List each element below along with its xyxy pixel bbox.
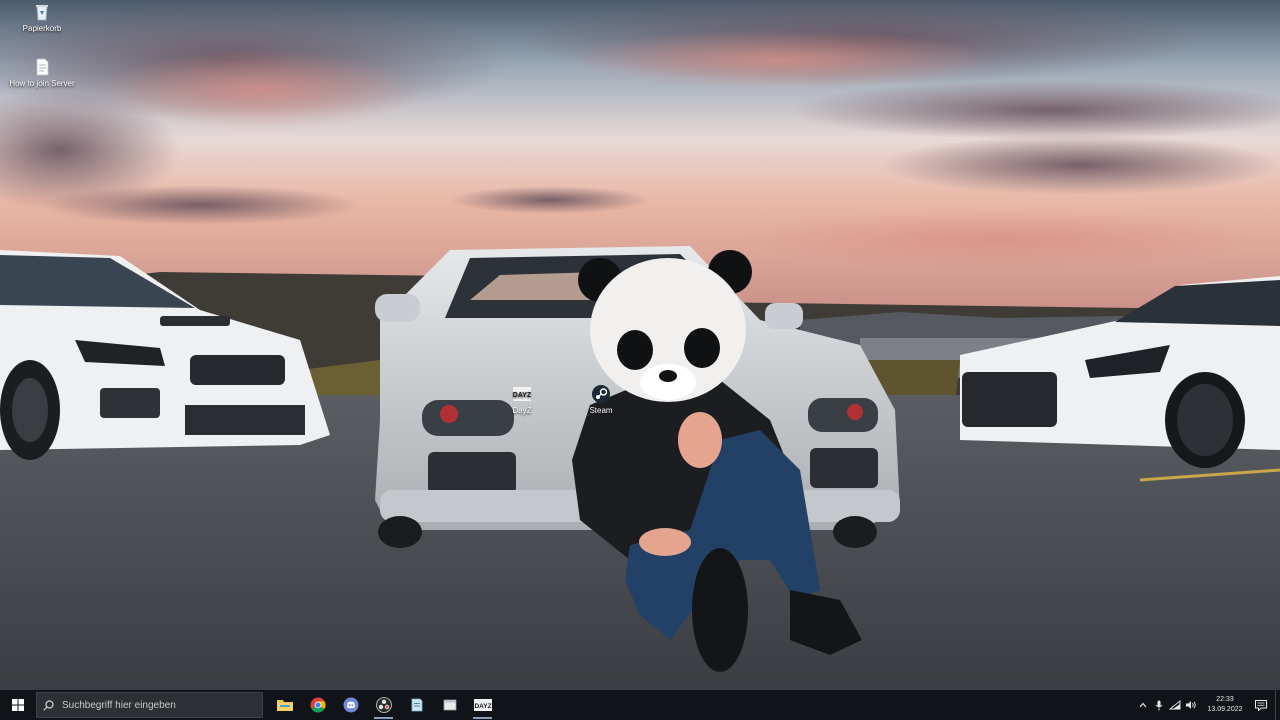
- taskbar: DAYZ 22:33 13.09.2022: [0, 690, 1280, 720]
- taskbar-app-obs[interactable]: [367, 690, 400, 720]
- desktop-icon-dayz[interactable]: DAYZ DayZ: [484, 384, 560, 416]
- taskbar-app-document[interactable]: [400, 690, 433, 720]
- desktop-icon-label: Steam: [589, 406, 613, 415]
- window-app-icon: [443, 699, 456, 711]
- network-icon[interactable]: [1167, 690, 1183, 720]
- notification-center-button[interactable]: [1247, 690, 1275, 720]
- search-icon: [43, 699, 54, 711]
- taskbar-app-dayz[interactable]: DAYZ: [466, 690, 499, 720]
- taskbar-app-window[interactable]: [433, 690, 466, 720]
- taskbar-app-chrome[interactable]: [301, 690, 334, 720]
- wallpaper-image: [0, 0, 1280, 690]
- show-desktop-button[interactable]: [1275, 690, 1280, 720]
- document-app-icon: [411, 698, 422, 712]
- svg-text:DAYZ: DAYZ: [513, 392, 532, 399]
- dayz-logo-icon: DAYZ: [473, 699, 492, 711]
- start-button[interactable]: [0, 690, 36, 720]
- notification-icon: [1255, 699, 1267, 711]
- search-input[interactable]: [60, 698, 254, 712]
- text-file-icon: [36, 58, 49, 76]
- steam-icon: [592, 385, 610, 403]
- taskbar-app-discord[interactable]: [334, 690, 367, 720]
- desktop-icon-recycle-bin[interactable]: Papierkorb: [4, 2, 80, 34]
- desktop-icon-steam[interactable]: Steam: [563, 384, 639, 416]
- volume-icon[interactable]: [1183, 690, 1199, 720]
- chevron-up-icon[interactable]: [1135, 690, 1151, 720]
- taskbar-search[interactable]: [36, 692, 263, 718]
- desktop-icon-label: DayZ: [512, 406, 532, 415]
- desktop-icon-how-to-join-server[interactable]: How to join Server: [4, 57, 80, 89]
- obs-icon: [375, 697, 392, 713]
- desktop-icon-label: Papierkorb: [22, 24, 62, 33]
- folder-icon: [276, 700, 293, 711]
- chrome-icon: [310, 697, 326, 713]
- windows-logo-icon: [12, 699, 24, 711]
- dayz-logo-icon: DAYZ: [513, 387, 532, 401]
- desktop-icon-label: How to join Server: [9, 79, 75, 88]
- clock-time: 22:33: [1216, 696, 1234, 703]
- microphone-icon[interactable]: [1151, 690, 1167, 720]
- svg-text:DAYZ: DAYZ: [474, 703, 491, 710]
- taskbar-app-file-explorer[interactable]: [268, 690, 301, 720]
- discord-icon: [343, 697, 358, 713]
- clock-date: 13.09.2022: [1207, 706, 1243, 713]
- taskbar-pinned-apps: DAYZ: [268, 690, 499, 720]
- system-tray: 22:33 13.09.2022: [1135, 690, 1280, 720]
- desktop-wallpaper: [0, 0, 1280, 690]
- recycle-bin-icon: [36, 5, 48, 21]
- taskbar-clock[interactable]: 22:33 13.09.2022: [1203, 695, 1247, 715]
